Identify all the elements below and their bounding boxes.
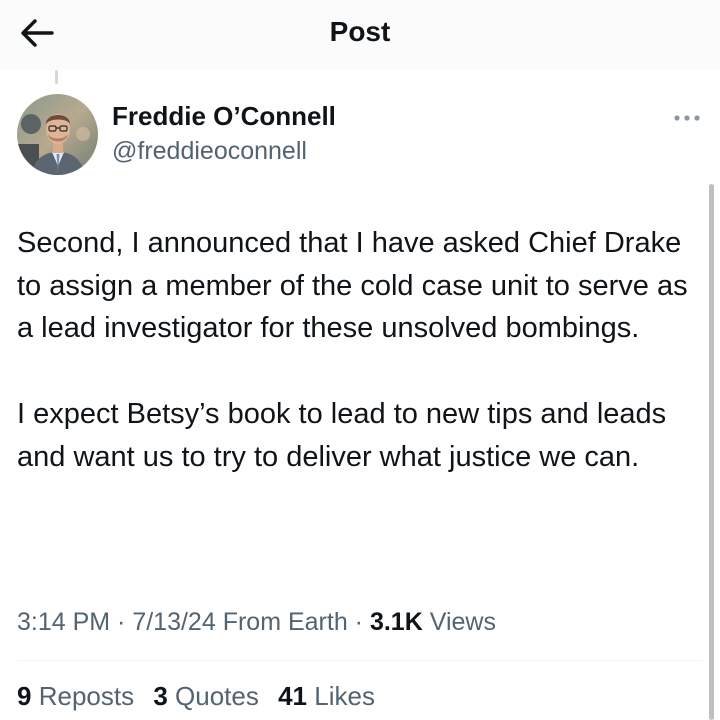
meta-separator: · — [110, 608, 133, 636]
thread-connector-line — [55, 70, 58, 84]
engagement-stats: 9 Reposts 3 Quotes 41 Likes — [17, 681, 387, 712]
post-meta: 3:14 PM · 7/13/24 From Earth · 3.1K View… — [17, 608, 496, 637]
reposts-label: Reposts — [38, 681, 135, 711]
meta-separator: · — [347, 608, 370, 636]
divider — [17, 660, 703, 661]
likes-stat[interactable]: 41 Likes — [278, 681, 375, 711]
post-time[interactable]: 3:14 PM — [17, 608, 110, 636]
post-source: From Earth — [222, 608, 348, 636]
post-text: Second, I announced that I have asked Ch… — [17, 222, 709, 478]
scrollbar[interactable] — [709, 184, 714, 720]
arrow-left-icon — [21, 19, 54, 47]
reposts-stat[interactable]: 9 Reposts — [17, 681, 134, 711]
quotes-count: 3 — [153, 681, 168, 711]
post-paragraph: Second, I announced that I have asked Ch… — [17, 227, 688, 345]
avatar[interactable] — [17, 94, 98, 175]
page-title: Post — [329, 16, 391, 47]
back-button[interactable] — [14, 12, 60, 54]
more-options-button[interactable] — [668, 106, 706, 130]
post-date[interactable]: 7/13/24 — [132, 608, 215, 636]
quotes-label: Quotes — [175, 681, 259, 711]
views-count: 3.1K — [369, 608, 423, 636]
quotes-stat[interactable]: 3 Quotes — [153, 681, 259, 711]
reposts-count: 9 — [17, 681, 32, 711]
post-detail-screen: Post Freddie O’Connell @freddieoconnell … — [0, 0, 720, 720]
post-paragraph: I expect Betsy’s book to lead to new tip… — [17, 397, 667, 473]
top-bar: Post — [0, 0, 720, 70]
likes-count: 41 — [278, 681, 308, 711]
likes-label: Likes — [314, 681, 375, 711]
views-label: Views — [429, 608, 496, 636]
author-name[interactable]: Freddie O’Connell — [112, 101, 336, 132]
more-horizontal-icon — [674, 115, 700, 121]
profile-photo — [17, 94, 98, 175]
author-handle[interactable]: @freddieoconnell — [112, 137, 307, 166]
